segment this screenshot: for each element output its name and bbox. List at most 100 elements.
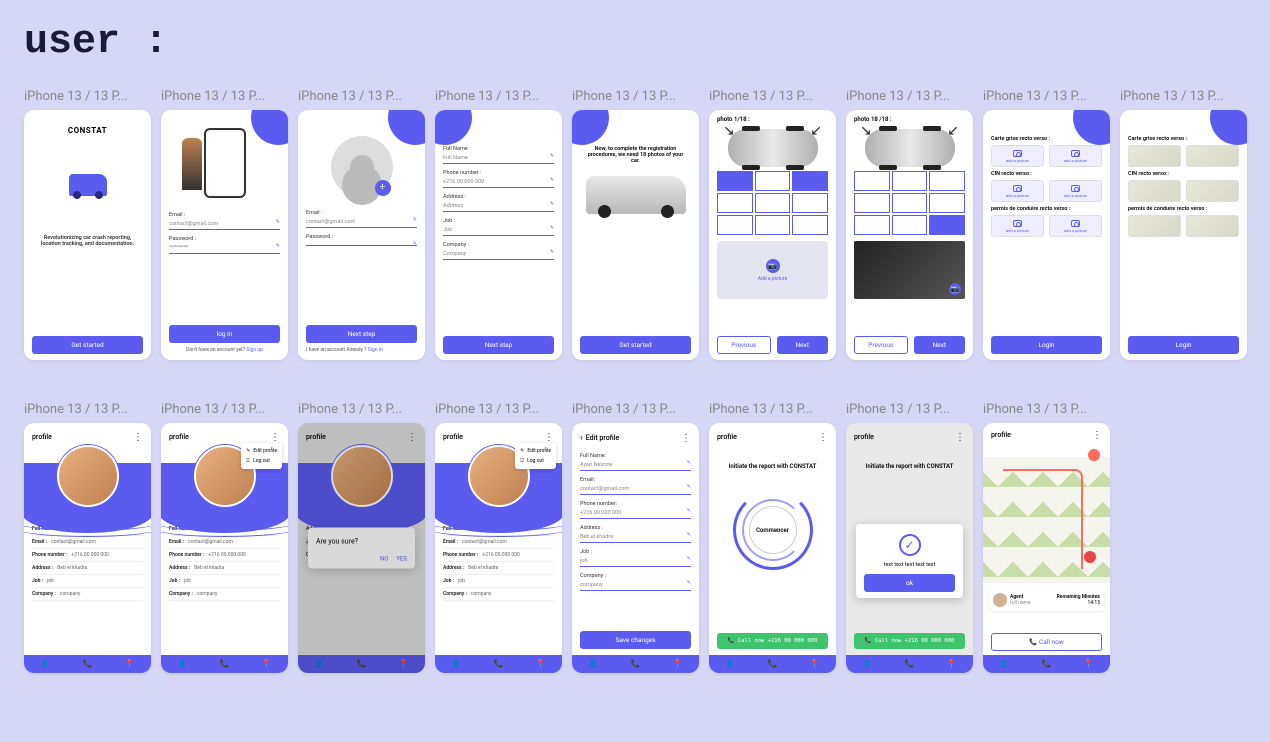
edit-profile-menuitem[interactable]: ✎Edit profile <box>246 446 277 456</box>
next-button[interactable]: Next <box>914 336 966 354</box>
password-input[interactable] <box>306 241 417 246</box>
location-icon[interactable]: 📍 <box>810 659 820 669</box>
profile-icon[interactable]: 👤 <box>40 659 50 669</box>
phone-icon[interactable]: 📞 <box>493 659 503 669</box>
call-now-button[interactable]: 📞 Call now +216 00 000 000 <box>854 633 965 649</box>
menu-icon[interactable]: ⋮ <box>270 435 280 440</box>
profile-icon[interactable]: 👤 <box>588 659 598 669</box>
previous-button[interactable]: Previous <box>854 336 908 354</box>
doc-upload-box[interactable]: add a picture <box>1049 215 1102 237</box>
profile-icon[interactable]: 👤 <box>177 659 187 669</box>
next-button[interactable]: Next <box>777 336 829 354</box>
signup-link[interactable]: Sign up <box>246 347 263 353</box>
bottom-nav: 👤 📞 📍 <box>846 655 973 673</box>
menu-icon[interactable]: ⋮ <box>544 435 554 440</box>
profile-dropdown: ✎Edit profile ⎋Log out <box>241 443 282 469</box>
phone-icon[interactable]: 📞 <box>82 659 92 669</box>
phone-icon[interactable]: 📞 <box>219 659 229 669</box>
previous-button[interactable]: Previous <box>717 336 771 354</box>
email-input[interactable]: contact@gmail.com <box>169 219 280 230</box>
doc-thumbnail[interactable] <box>1128 215 1181 237</box>
menu-icon[interactable]: ⋮ <box>955 435 965 440</box>
job-label: Job : <box>443 218 554 224</box>
login-button[interactable]: log in <box>169 325 280 343</box>
login-button[interactable]: Login <box>1128 336 1239 354</box>
phone-icon[interactable]: 📞 <box>767 659 777 669</box>
doc-upload-box[interactable]: add a picture <box>1049 145 1102 167</box>
doc-thumbnail[interactable] <box>1128 180 1181 202</box>
location-icon[interactable]: 📍 <box>673 659 683 669</box>
add-picture-box[interactable]: 📷 Add a picture <box>717 241 828 299</box>
doc-upload-box[interactable]: add a picture <box>991 215 1044 237</box>
menu-icon[interactable]: ⋮ <box>1092 433 1102 438</box>
email-input[interactable]: contact@gmail.com <box>580 484 691 495</box>
avatar-upload[interactable]: + <box>331 136 393 198</box>
company-input[interactable]: Company <box>443 249 554 260</box>
profile-icon[interactable]: 👤 <box>451 659 461 669</box>
frame-label: iPhone 13 / 13 P... <box>435 402 562 417</box>
address-input[interactable]: Address <box>443 201 554 212</box>
doc-upload-box[interactable]: add a picture <box>991 145 1044 167</box>
camera-icon <box>1013 150 1022 157</box>
edit-profile-menuitem[interactable]: ✎Edit profile <box>520 446 551 456</box>
phone-icon[interactable]: 📞 <box>904 659 914 669</box>
damage-grid[interactable] <box>717 171 828 235</box>
logout-menuitem[interactable]: ⎋Log out <box>520 456 551 466</box>
next-step-button[interactable]: Next step <box>443 336 554 354</box>
call-now-button[interactable]: 📞 Call now <box>991 633 1102 651</box>
doc-thumbnail[interactable] <box>1186 215 1239 237</box>
job-input[interactable]: job <box>580 556 691 567</box>
photo-thumbnail[interactable]: 📷 <box>854 241 965 299</box>
screen-welcome: CONSTAT Revolutionizing car crash report… <box>24 110 151 360</box>
location-icon[interactable]: 📍 <box>125 659 135 669</box>
doc-thumbnail[interactable] <box>1128 145 1181 167</box>
login-button[interactable]: Login <box>991 336 1102 354</box>
signin-link[interactable]: Sign in <box>368 347 383 353</box>
location-icon[interactable]: 📍 <box>1084 659 1094 669</box>
menu-icon[interactable]: ⋮ <box>407 435 417 440</box>
doc-thumbnail[interactable] <box>1186 145 1239 167</box>
phone-input[interactable]: +216 00 000 000 <box>443 177 554 188</box>
email-input[interactable]: contact@gmail.com <box>306 217 417 228</box>
doc-thumbnail[interactable] <box>1186 180 1239 202</box>
damage-grid[interactable] <box>854 171 965 235</box>
ok-button[interactable]: ok <box>864 574 955 592</box>
location-icon[interactable]: 📍 <box>947 659 957 669</box>
pencil-icon: ✎ <box>246 448 250 454</box>
password-input[interactable]: ******** <box>169 243 280 254</box>
next-step-button[interactable]: Next step <box>306 325 417 343</box>
profile-icon[interactable]: 👤 <box>725 659 735 669</box>
modal-yes-button[interactable]: YES <box>396 556 407 563</box>
menu-icon[interactable]: ⋮ <box>681 436 691 441</box>
menu-icon[interactable]: ⋮ <box>818 435 828 440</box>
profile-field: Address :Beb el khadra <box>443 562 554 575</box>
location-icon[interactable]: 📍 <box>262 659 272 669</box>
get-started-button[interactable]: Get started <box>580 336 691 354</box>
address-input[interactable]: Beb el khadra <box>580 532 691 543</box>
modal-no-button[interactable]: NO <box>380 556 388 563</box>
location-icon[interactable]: 📍 <box>536 659 546 669</box>
get-started-button[interactable]: Get started <box>32 336 143 354</box>
fullname-input[interactable]: Ayari Nesrine <box>580 460 691 471</box>
menu-icon[interactable]: ⋮ <box>133 435 143 440</box>
save-changes-button[interactable]: Save changes <box>580 631 691 649</box>
back-icon[interactable]: ‹ <box>580 433 583 443</box>
profile-icon[interactable]: 👤 <box>314 659 324 669</box>
fullname-input[interactable]: Full Name <box>443 153 554 164</box>
doc-upload-box[interactable]: add a picture <box>1049 180 1102 202</box>
company-input[interactable]: company <box>580 580 691 591</box>
profile-icon[interactable]: 👤 <box>862 659 872 669</box>
frame-label: iPhone 13 / 13 P... <box>846 89 973 104</box>
commencer-button[interactable]: Commencer <box>749 506 797 554</box>
job-input[interactable]: Job <box>443 225 554 236</box>
phone-icon[interactable]: 📞 <box>1041 659 1051 669</box>
phone-icon[interactable]: 📞 <box>630 659 640 669</box>
doc-upload-box[interactable]: add a picture <box>991 180 1044 202</box>
profile-icon[interactable]: 👤 <box>999 659 1009 669</box>
phone-input[interactable]: +216 00 000 000 <box>580 508 691 519</box>
call-now-button[interactable]: 📞 Call now +216 00 000 000 <box>717 633 828 649</box>
location-icon[interactable]: 📍 <box>399 659 409 669</box>
phone-icon[interactable]: 📞 <box>356 659 366 669</box>
cin-label: CIN recto verso : <box>1128 171 1239 177</box>
logout-menuitem[interactable]: ⎋Log out <box>246 456 277 466</box>
